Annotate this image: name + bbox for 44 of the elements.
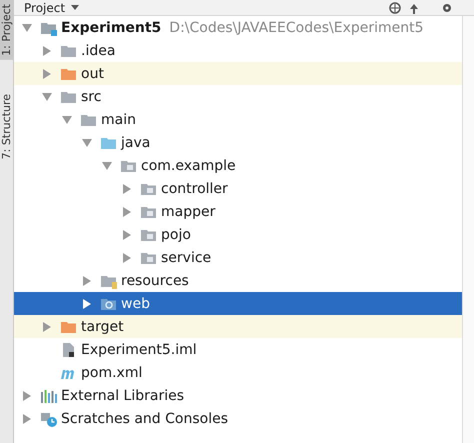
tree-item[interactable]: Scratches and Consoles	[14, 407, 462, 430]
panel-title[interactable]: Project	[24, 0, 66, 14]
tree-item[interactable]: src	[14, 85, 462, 108]
tree-item[interactable]: out	[14, 62, 462, 85]
libraries-icon	[40, 388, 58, 404]
tree-item[interactable]: pojo	[14, 223, 462, 246]
scratches-icon	[40, 410, 58, 426]
tree-item[interactable]: target	[14, 315, 462, 338]
tree-item[interactable]: web	[14, 292, 462, 315]
project-path: D:\Codes\JAVAEECodes\Experiment5	[169, 20, 424, 36]
expand-arrow-icon[interactable]	[122, 252, 132, 262]
target-icon[interactable]	[388, 2, 402, 14]
settings-icon[interactable]	[440, 2, 454, 14]
tree-item[interactable]: service	[14, 246, 462, 269]
tree-item[interactable]: resources	[14, 269, 462, 292]
expand-arrow-icon[interactable]	[82, 298, 92, 308]
expand-arrow-icon[interactable]	[122, 230, 132, 240]
collapse-arrow-icon[interactable]	[22, 22, 32, 32]
collapse-arrow-icon[interactable]	[82, 138, 92, 148]
expand-arrow-icon[interactable]	[122, 184, 132, 194]
expand-arrow-icon[interactable]	[22, 390, 32, 400]
collapse-arrow-icon[interactable]	[42, 92, 52, 102]
tree-item[interactable]: pom.xml	[14, 361, 462, 384]
expand-arrow-icon[interactable]	[122, 206, 132, 216]
tree-item[interactable]: java	[14, 131, 462, 154]
expand-arrow-icon[interactable]	[42, 322, 52, 332]
expand-arrow-icon[interactable]	[42, 46, 52, 56]
tree-item[interactable]: main	[14, 108, 462, 131]
side-tab[interactable]: 1: Project	[0, 0, 13, 60]
tree-item[interactable]: Experiment5.iml	[14, 338, 462, 361]
caret-icon[interactable]	[71, 4, 80, 10]
tree-item[interactable]: controller	[14, 177, 462, 200]
side-tab[interactable]: 7: Structure	[0, 90, 13, 164]
expand-arrow-icon[interactable]	[82, 276, 92, 286]
sort-icon[interactable]	[408, 2, 420, 14]
expand-arrow-icon[interactable]	[42, 68, 52, 78]
tree-item[interactable]: .idea	[14, 39, 462, 62]
tree-item[interactable]: Experiment5 D:\Codes\JAVAEECodes\Experiment5	[14, 16, 462, 39]
tree-item[interactable]: mapper	[14, 200, 462, 223]
collapse-arrow-icon[interactable]	[102, 160, 112, 170]
expand-arrow-icon[interactable]	[22, 414, 32, 424]
tree-item[interactable]: External Libraries	[14, 384, 462, 407]
collapse-arrow-icon[interactable]	[62, 114, 72, 124]
tree-item[interactable]: com.example	[14, 154, 462, 177]
